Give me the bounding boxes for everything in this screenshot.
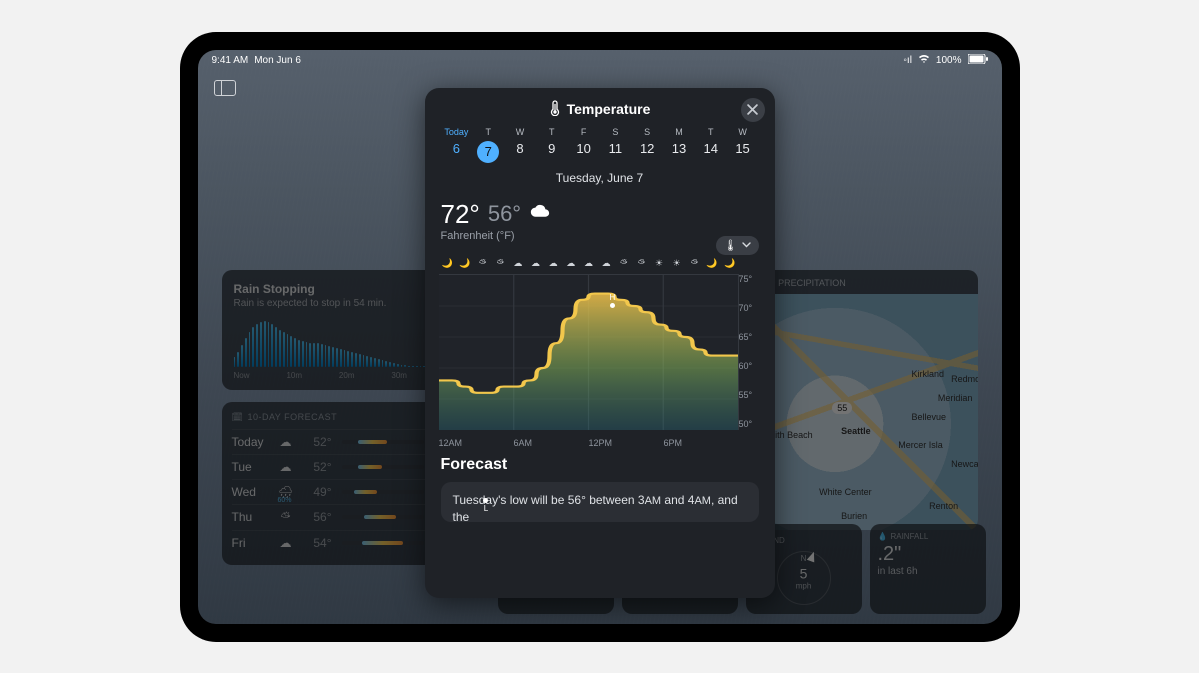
hourly-temp-chart[interactable]: 🌙🌙⛅︎⛅︎☁︎☁︎☁︎☁︎☁︎☁︎⛅︎⛅︎☀︎☀︎⛅︎🌙🌙 75°70°65°… <box>439 258 761 448</box>
forecast-low: 52° <box>304 435 332 449</box>
map-city-label: Bellevue <box>912 412 947 422</box>
day-of-week: S <box>631 127 663 137</box>
day-of-week: T <box>536 127 568 137</box>
forecast-low: 54° <box>304 536 332 550</box>
day-number: 12 <box>631 141 663 156</box>
forecast-low: 56° <box>304 510 332 524</box>
forecast-day: Tue <box>232 460 268 474</box>
map-header: ☂ PRECIPITATION <box>758 270 978 297</box>
map-city-label: ith Beach <box>775 430 813 440</box>
temp-range-bar <box>342 515 424 519</box>
close-button[interactable] <box>741 98 765 122</box>
day-number: 6 <box>441 141 473 156</box>
rainfall-sub: in last 6h <box>878 566 978 577</box>
unit-selector[interactable]: 🌡 <box>716 236 759 255</box>
forecast-day: Fri <box>232 536 268 550</box>
modal-title: Temperature <box>567 101 651 117</box>
temp-range-bar <box>342 440 424 444</box>
chevron-down-icon <box>742 239 751 251</box>
map-city-label: Burien <box>841 511 867 521</box>
map-city-label: White Center <box>819 487 872 497</box>
chart-x-axis: 12AM6AM12PM6PM <box>439 438 739 448</box>
day-tab[interactable]: M 13 <box>663 127 695 163</box>
day-tab[interactable]: T 14 <box>695 127 727 163</box>
map-city-label: Newcas <box>951 459 977 469</box>
day-number: 11 <box>599 141 631 156</box>
day-tab[interactable]: T7 <box>472 127 504 163</box>
map-city-label: Meridian <box>938 393 973 403</box>
chart-plot <box>439 274 739 430</box>
day-number: 14 <box>695 141 727 156</box>
rainfall-panel[interactable]: 💧RAINFALL .2" in last 6h <box>870 524 986 614</box>
forecast-low: 49° <box>304 485 332 499</box>
hourly-condition-icons: 🌙🌙⛅︎⛅︎☁︎☁︎☁︎☁︎☁︎☁︎⛅︎⛅︎☀︎☀︎⛅︎🌙🌙 <box>439 258 739 269</box>
day-number: 7 <box>477 141 499 163</box>
day-tab[interactable]: S 11 <box>599 127 631 163</box>
day-tab[interactable]: T9 <box>536 127 568 163</box>
day-of-week: Today <box>441 127 473 137</box>
compass: N 5 mph <box>777 551 831 605</box>
forecast-low: 52° <box>304 460 332 474</box>
calendar-icon: 🗓 <box>232 412 244 423</box>
map-temp-badge: 55 <box>832 402 852 414</box>
selected-date: Tuesday, June 7 <box>425 171 775 185</box>
forecast-day: Thu <box>232 510 268 524</box>
weather-icon: ☁︎ <box>278 536 294 550</box>
day-of-week: S <box>599 127 631 137</box>
forecast-heading: Forecast <box>441 456 759 474</box>
temp-range-bar <box>342 465 424 469</box>
rainfall-value: .2" <box>878 543 978 566</box>
ipad-device-frame: 9:41 AM Mon Jun 6 ◦ıl 100% Rain Stopping… <box>180 32 1020 642</box>
day-number: 13 <box>663 141 695 156</box>
high-temp: 72° <box>441 199 480 230</box>
map-city-label: Mercer Isla <box>898 440 943 450</box>
day-tab[interactable]: W8 <box>504 127 536 163</box>
chart-high-marker: H <box>610 293 616 309</box>
map-city-label: Seattle <box>841 426 871 436</box>
day-tab[interactable]: W 15 <box>727 127 759 163</box>
thermometer-small-icon: 🌡 <box>724 239 738 252</box>
map-image[interactable]: Seattle Bellevue Kirkland Redmo Mercer Isla R… <box>758 294 978 530</box>
droplet-icon: 💧 <box>878 532 888 541</box>
chart-y-axis: 75°70°65°60°55°50° <box>739 274 761 430</box>
temp-range-bar <box>342 541 424 545</box>
day-of-week: W <box>504 127 536 137</box>
chart-low-marker: L <box>483 497 488 513</box>
precipitation-map-panel[interactable]: ☂ PRECIPITATION Seattle Bellevue Kirkland R… <box>758 270 978 530</box>
day-of-week: W <box>727 127 759 137</box>
weather-icon: ☁︎ <box>278 460 294 474</box>
temperature-detail-modal: Temperature Today6T7W8T9F10S11S12M13T14W… <box>425 88 775 598</box>
forecast-day: Today <box>232 435 268 449</box>
cloud-icon <box>529 203 551 225</box>
day-of-week: T <box>695 127 727 137</box>
day-number: 10 <box>568 141 600 156</box>
map-city-label: Redmo <box>951 374 977 384</box>
day-of-week: T <box>472 127 504 137</box>
day-tab[interactable]: F 10 <box>568 127 600 163</box>
weather-icon: 🌧60% <box>278 485 294 499</box>
temp-range-bar <box>342 490 424 494</box>
low-temp: 56° <box>488 201 521 227</box>
day-selector: Today6T7W8T9F10S11S12M13T14W15 <box>425 127 775 163</box>
thermometer-icon <box>549 100 561 119</box>
day-tab[interactable]: S 12 <box>631 127 663 163</box>
map-city-label: Renton <box>929 501 958 511</box>
screen: 9:41 AM Mon Jun 6 ◦ıl 100% Rain Stopping… <box>198 50 1002 624</box>
day-of-week: M <box>663 127 695 137</box>
day-number: 9 <box>536 141 568 156</box>
day-tab[interactable]: Today 6 <box>441 127 473 163</box>
weather-icon: ☁︎ <box>278 435 294 449</box>
map-header-text: PRECIPITATION <box>778 278 846 288</box>
weather-icon: ⛅︎ <box>278 510 294 525</box>
day-of-week: F <box>568 127 600 137</box>
day-number: 15 <box>727 141 759 156</box>
forecast-day: Wed <box>232 485 268 499</box>
map-city-label: Kirkland <box>912 369 945 379</box>
day-number: 8 <box>504 141 536 156</box>
modal-header: Temperature <box>425 88 775 127</box>
